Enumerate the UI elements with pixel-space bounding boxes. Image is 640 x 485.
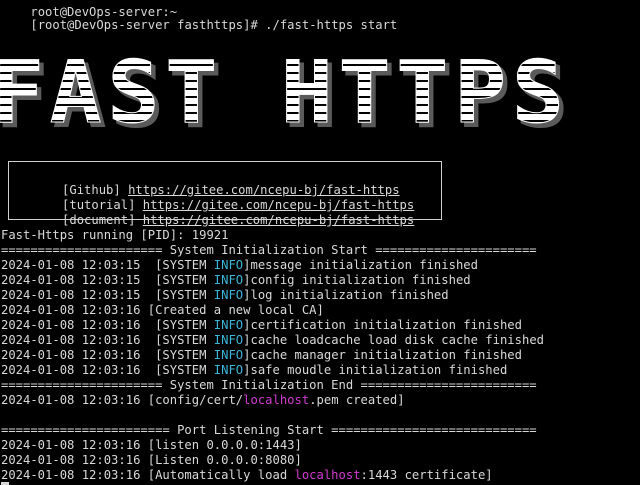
links-box: [Github] https://gitee.com/ncepu-bj/fast… bbox=[8, 161, 442, 227]
log-line: 2024-01-08 12:03:15 [SYSTEM INFO]config … bbox=[1, 273, 471, 287]
running-pid-line: Fast-Https running [PID]: 19921 bbox=[1, 228, 229, 242]
ascii-banner: FAST HTTPS FAST HTTPS bbox=[0, 43, 570, 133]
listen-line: 2024-01-08 12:03:16 [Listen 0.0.0.0:8080… bbox=[1, 453, 302, 467]
command-line: [root@DevOps-server fasthttps]# ./fast-h… bbox=[1, 3, 397, 32]
port-listening-start-divider: ======================= Port Listening S… bbox=[1, 423, 537, 437]
auto-cert-line: 2024-01-08 12:03:16 [Automatically load … bbox=[1, 468, 493, 482]
document-link[interactable]: https://gitee.com/ncepu-bj/fast-https bbox=[143, 213, 415, 227]
tutorial-row: [tutorial] https://gitee.com/ncepu-bj/fa… bbox=[18, 183, 414, 212]
log-line: 2024-01-08 12:03:16 [SYSTEM INFO]certifi… bbox=[1, 318, 522, 332]
log-line: 2024-01-08 12:03:15 [SYSTEM INFO]message… bbox=[1, 258, 478, 272]
cert-created-line: 2024-01-08 12:03:16 [config/cert/localho… bbox=[1, 393, 405, 407]
document-label: [document] bbox=[62, 213, 143, 227]
log-line: 2024-01-08 12:03:16 [SYSTEM INFO]safe mo… bbox=[1, 363, 508, 377]
log-line: 2024-01-08 12:03:16 [SYSTEM INFO]cache m… bbox=[1, 348, 522, 362]
command-text: ./fast-https start bbox=[265, 18, 398, 32]
banner-text: FAST HTTPS bbox=[0, 43, 570, 132]
github-row: [Github] https://gitee.com/ncepu-bj/fast… bbox=[18, 168, 400, 197]
system-init-end-divider: ====================== System Initializa… bbox=[1, 378, 537, 392]
system-init-start-divider: ====================== System Initializa… bbox=[1, 243, 537, 257]
log-line: 2024-01-08 12:03:16 [SYSTEM INFO]cache l… bbox=[1, 333, 544, 347]
shell-prompt: [root@DevOps-server fasthttps]# bbox=[30, 18, 266, 32]
listen-line: 2024-01-08 12:03:16 [listen 0.0.0.0:1443… bbox=[1, 438, 302, 452]
terminal-window[interactable]: root@DevOps-server:~ [root@DevOps-server… bbox=[0, 0, 640, 485]
document-row: [document] https://gitee.com/ncepu-bj/fa… bbox=[18, 198, 414, 227]
log-line: 2024-01-08 12:03:16 [Created a new local… bbox=[1, 303, 324, 317]
log-line: 2024-01-08 12:03:15 [SYSTEM INFO]log ini… bbox=[1, 288, 449, 302]
